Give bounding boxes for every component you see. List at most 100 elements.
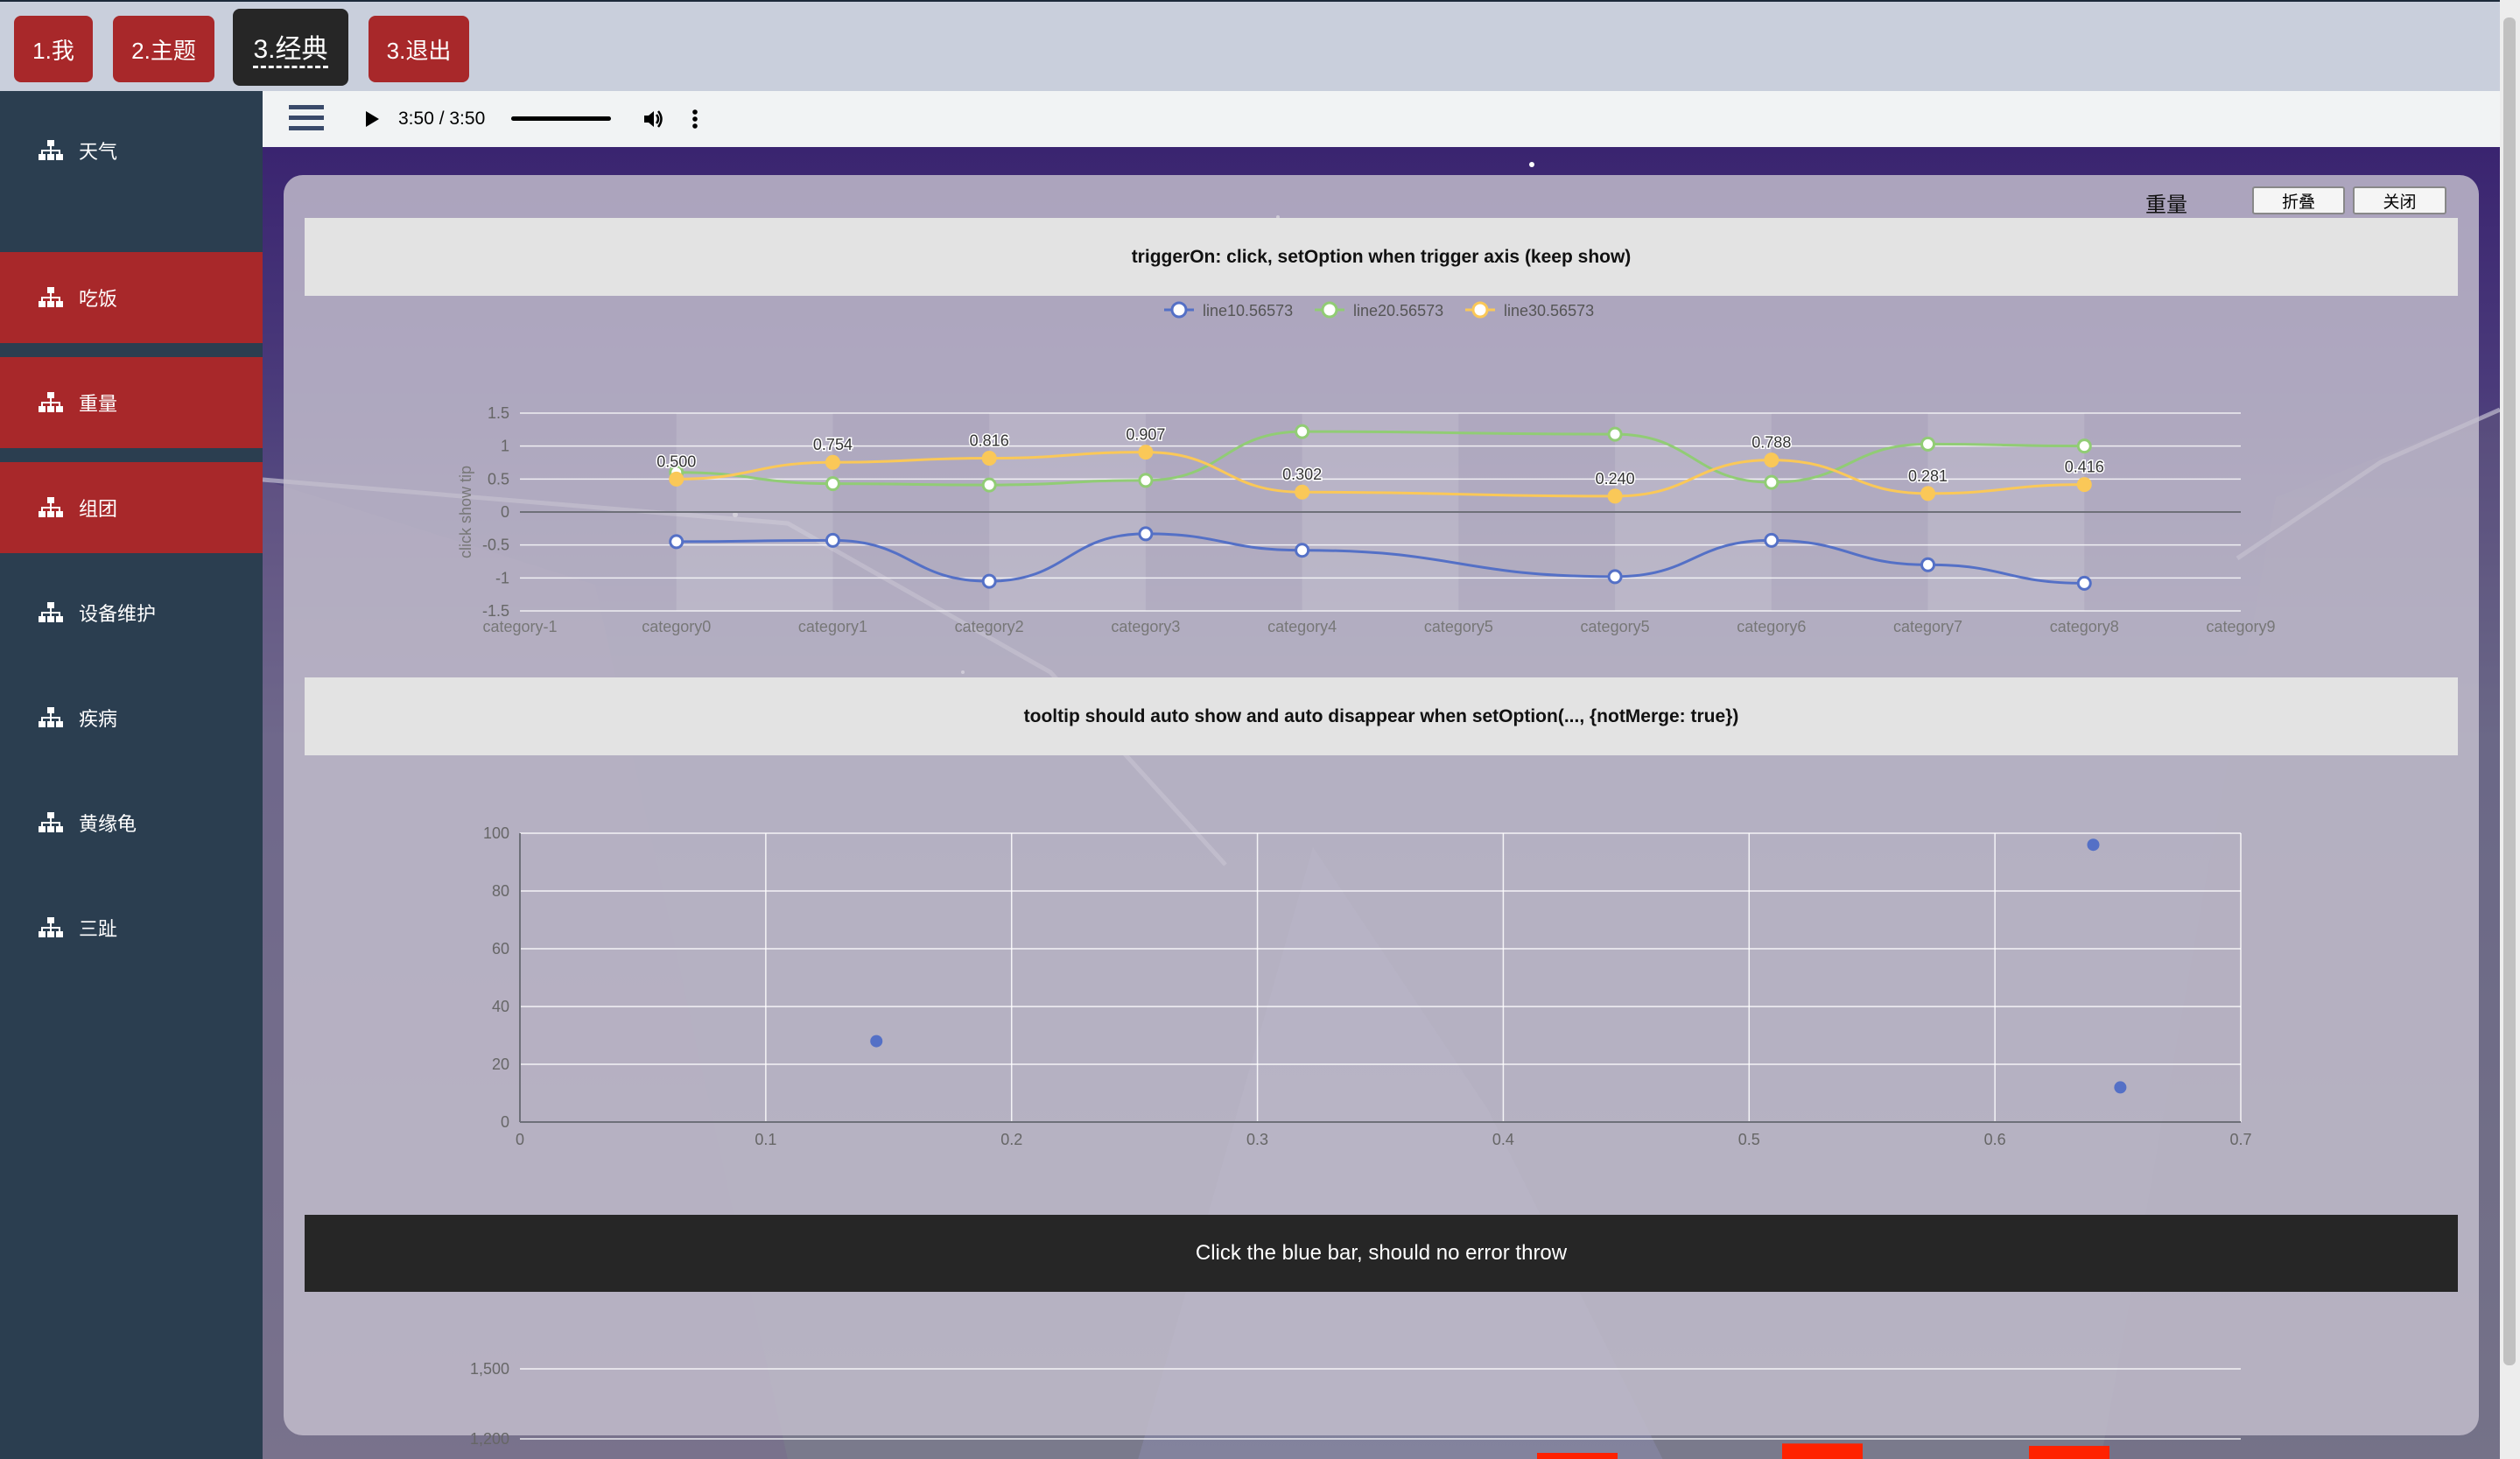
- chart1-title-bar: triggerOn: click, setOption when trigger…: [305, 218, 2458, 296]
- chart1-data-point: [981, 477, 997, 493]
- chart1-data-point: [825, 454, 840, 470]
- audio-progress-fill: [511, 116, 611, 121]
- chart1-data-point: [825, 532, 840, 548]
- close-button-label: 关闭: [2383, 193, 2417, 212]
- chart1-ytick-label: 1.5: [488, 404, 509, 422]
- collapse-button[interactable]: 折叠: [2252, 186, 2345, 214]
- chart1-title: triggerOn: click, setOption when trigger…: [1131, 246, 1632, 267]
- sitemap-icon: [39, 140, 63, 160]
- chart1-data-point: [1138, 445, 1154, 460]
- chart1-data-point: [669, 471, 684, 487]
- menu-icon[interactable]: [289, 103, 324, 133]
- chart3-bar: [2029, 1446, 2109, 1459]
- chart1-data-point: [669, 534, 684, 550]
- chart1-ytick-label: 0.5: [488, 470, 509, 488]
- nav-item-me[interactable]: 1.我: [14, 16, 93, 82]
- chart1-data-point: [1607, 488, 1623, 504]
- chart1-ylabel: click show tip: [457, 466, 474, 558]
- audio-time: 3:50 / 3:50: [398, 109, 486, 129]
- chart2-xtick-label: 0.4: [1492, 1131, 1514, 1148]
- chart1-ytick-label: -1: [495, 569, 509, 586]
- chart1-data-point: [2076, 438, 2092, 454]
- volume-icon[interactable]: [642, 109, 665, 130]
- chart1-xtick-label: category9: [2206, 618, 2275, 635]
- chart2-ytick-label: 20: [492, 1056, 509, 1073]
- chart3-bar: [1782, 1443, 1863, 1459]
- nav-item-exit[interactable]: 3.退出: [369, 16, 469, 82]
- nav-item-label: 3.退出: [386, 37, 452, 64]
- chart1-legend-label: line10.56573: [1203, 302, 1293, 319]
- sidebar-item-weather[interactable]: 天气: [0, 105, 263, 196]
- sidebar-item-label: 疾病: [79, 708, 118, 730]
- chart2-ytick-label: 80: [492, 882, 509, 900]
- chart1-data-point: [825, 476, 840, 492]
- chart3-ytick-label: 1,200: [470, 1430, 509, 1448]
- chart1-legend-label: line30.56573: [1504, 302, 1594, 319]
- chart3-ytick-label: 1,500: [470, 1360, 509, 1378]
- chart1-data-point: [1764, 474, 1779, 490]
- chart2-xtick-label: 0.1: [755, 1131, 776, 1148]
- chart1-legend-label: line20.56573: [1353, 302, 1443, 319]
- chart1-ytick-label: 0: [501, 503, 509, 521]
- chart1-data-label: 0.240: [1596, 470, 1635, 488]
- chart1-data-label: 0.416: [2065, 459, 2104, 476]
- nav-item-label: 1.我: [32, 37, 74, 64]
- chart1-data-point: [2076, 575, 2092, 591]
- chart1-ytick-label: -0.5: [482, 537, 509, 554]
- more-options-icon[interactable]: [691, 109, 698, 130]
- panel-tab-weight[interactable]: 重量: [2094, 187, 2239, 220]
- chart1-data-point: [1764, 452, 1779, 468]
- chart1-data-label: 0.907: [1126, 426, 1165, 444]
- sitemap-icon: [39, 707, 63, 727]
- chart1-xtick-label: category8: [2050, 618, 2119, 635]
- chart1-data-point: [1920, 436, 1936, 452]
- close-button[interactable]: 关闭: [2353, 186, 2446, 214]
- chart2-xtick-label: 0.6: [1984, 1131, 2006, 1148]
- sidebar-item-disease[interactable]: 疾病: [0, 672, 263, 763]
- chart1-xtick-label: category5: [1424, 618, 1493, 635]
- chart1-data-point: [1295, 543, 1310, 558]
- chart1-xtick-label: category2: [955, 618, 1024, 635]
- chart1-xtick-label: category0: [642, 618, 711, 635]
- chart1-data-label: 0.816: [970, 432, 1009, 450]
- audio-player: 3:50 / 3:50: [263, 91, 2500, 147]
- chart1-xtick-label: category6: [1737, 618, 1806, 635]
- nav-item-label: 2.主题: [131, 37, 196, 64]
- audio-progress-track[interactable]: [511, 116, 611, 121]
- chart1-data-point: [1764, 532, 1779, 548]
- chart1-legend-marker: [1471, 301, 1489, 319]
- chart1-ytick-label: -1.5: [482, 602, 509, 620]
- line-chart[interactable]: 1.5 1 0.5 0 -0.5 -1 -1.5category-1 category0 cat…: [0, 289, 2520, 656]
- chart3-title-bar: Click the blue bar, should no error thro…: [305, 1215, 2458, 1292]
- chart3-title: Click the blue bar, should no error thro…: [1195, 1241, 1568, 1265]
- scrollbar-thumb[interactable]: [2503, 18, 2516, 1365]
- chart1-data-point: [1295, 424, 1310, 439]
- chart2-title-bar: tooltip should auto show and auto disapp…: [305, 677, 2458, 755]
- chart1-xtick-label: category3: [1111, 618, 1180, 635]
- page-scrollbar[interactable]: [2500, 0, 2520, 1459]
- scatter-chart[interactable]: 100 80 60 40 20 00 0.1 0.2 0.3 0.4 0.5 0.6 0.7: [0, 788, 2520, 1190]
- chart1-legend-marker: [1321, 301, 1338, 319]
- chart1-data-point: [981, 451, 997, 466]
- top-nav-bar: 1.我 2.主题 3.经典 3.退出: [0, 0, 2520, 91]
- chart1-data-point: [1295, 484, 1310, 500]
- chart1-data-label: 0.281: [1908, 467, 1948, 485]
- chart2-ytick-label: 0: [501, 1113, 509, 1131]
- chart1-data-point: [1920, 557, 1936, 572]
- play-icon[interactable]: [364, 110, 380, 128]
- chart1-data-point: [1138, 526, 1154, 542]
- chart2-title: tooltip should auto show and auto disapp…: [1023, 705, 1739, 726]
- chart1-xtick-label: category1: [798, 618, 867, 635]
- chart1-data-label: 0.754: [813, 436, 853, 453]
- sidebar-item-label: 天气: [79, 141, 118, 163]
- chart2-data-point: [2087, 838, 2100, 852]
- chart1-data-label: 0.302: [1282, 466, 1322, 483]
- chart1-data-point: [1920, 486, 1936, 502]
- chart1-legend-marker: [1170, 301, 1188, 319]
- bar-chart[interactable]: 1,500 1,200: [0, 1292, 2520, 1459]
- nav-item-classic[interactable]: 3.经典: [233, 9, 348, 86]
- chart2-ytick-label: 100: [483, 824, 509, 842]
- chart1-data-point: [1607, 569, 1623, 585]
- chart2-xtick-label: 0.7: [2229, 1131, 2251, 1148]
- nav-item-theme[interactable]: 2.主题: [113, 16, 214, 82]
